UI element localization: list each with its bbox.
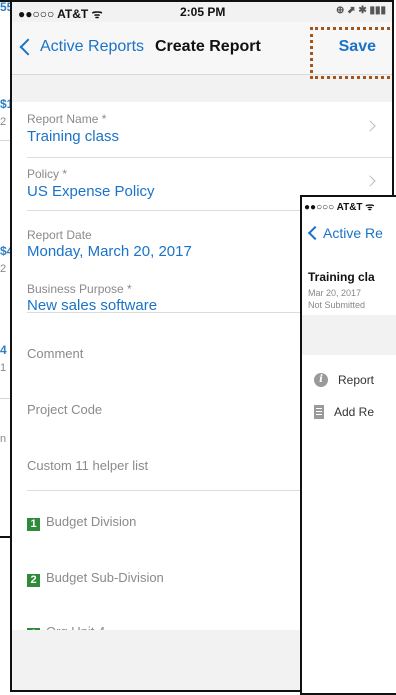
field-value: US Expense Policy: [27, 183, 155, 200]
info-icon: i: [314, 373, 328, 387]
page-title: Create Report: [155, 38, 261, 55]
field-label: Custom 11 helper list: [27, 458, 149, 473]
level-badge: 1: [27, 518, 40, 531]
background-subtext: 2: [0, 263, 7, 275]
report-status: Not Submitted: [308, 300, 366, 310]
report-date: Mar 20, 2017: [308, 288, 362, 298]
chevron-right-icon: [364, 120, 376, 132]
status-bar: ●●○○○ AT&T ᯤ 2:05 PM ⊕ ⬈ ✱ ▮▮▮: [12, 2, 392, 22]
field-label: Budget Division: [46, 514, 137, 529]
section-separator: [302, 315, 396, 355]
field-label: Report Date: [27, 228, 92, 242]
back-button[interactable]: Active Reports: [19, 38, 145, 56]
status-bar: ●●○○○ AT&T ᯤ: [304, 202, 375, 213]
field-label: Budget Sub-Division: [46, 570, 164, 585]
background-amount: 4: [0, 343, 7, 357]
field-label: Comment: [27, 346, 84, 361]
field-label: Report Name *: [27, 112, 107, 126]
list-item-label: Report: [338, 373, 375, 387]
chevron-left-icon: [307, 225, 323, 241]
report-detail-screen: ●●○○○ AT&T ᯤ Active Re Training cla Mar …: [300, 195, 396, 695]
field-label: Project Code: [27, 402, 103, 417]
list-item-label: 2 Budget Sub-Division: [27, 570, 164, 587]
add-receipt-item[interactable]: Add Re: [314, 405, 374, 419]
save-button[interactable]: Save: [339, 38, 376, 56]
back-button[interactable]: Active Re: [307, 225, 383, 241]
clock: 2:05 PM: [180, 5, 226, 19]
background-subtext: n: [0, 433, 7, 445]
back-button-label: Active Reports: [40, 38, 145, 55]
carrier-label: ●●○○○ AT&T ᯤ: [18, 7, 103, 21]
list-item-label: 1 Budget Division: [27, 514, 136, 531]
report-details-item[interactable]: i Report: [314, 373, 374, 387]
list-item-label: Add Re: [334, 405, 375, 419]
back-button-label: Active Re: [323, 225, 383, 241]
chevron-right-icon: [364, 175, 376, 187]
field-value: Training class: [27, 128, 119, 145]
chevron-left-icon: [19, 38, 37, 56]
background-subtext: 1: [0, 362, 7, 374]
report-name-field[interactable]: Report Name * Training class: [27, 102, 392, 158]
field-value: Monday, March 20, 2017: [27, 243, 192, 260]
field-label: Policy *: [27, 167, 68, 181]
report-title: Training cla: [308, 270, 375, 284]
field-label: Business Purpose *: [27, 282, 132, 296]
navigation-bar: Active Reports Create Report Save: [12, 22, 392, 79]
background-subtext: 2: [0, 116, 7, 128]
receipt-icon: [314, 405, 324, 419]
status-icons: ⊕ ⬈ ✱ ▮▮▮: [336, 5, 386, 16]
level-badge: 2: [27, 574, 40, 587]
